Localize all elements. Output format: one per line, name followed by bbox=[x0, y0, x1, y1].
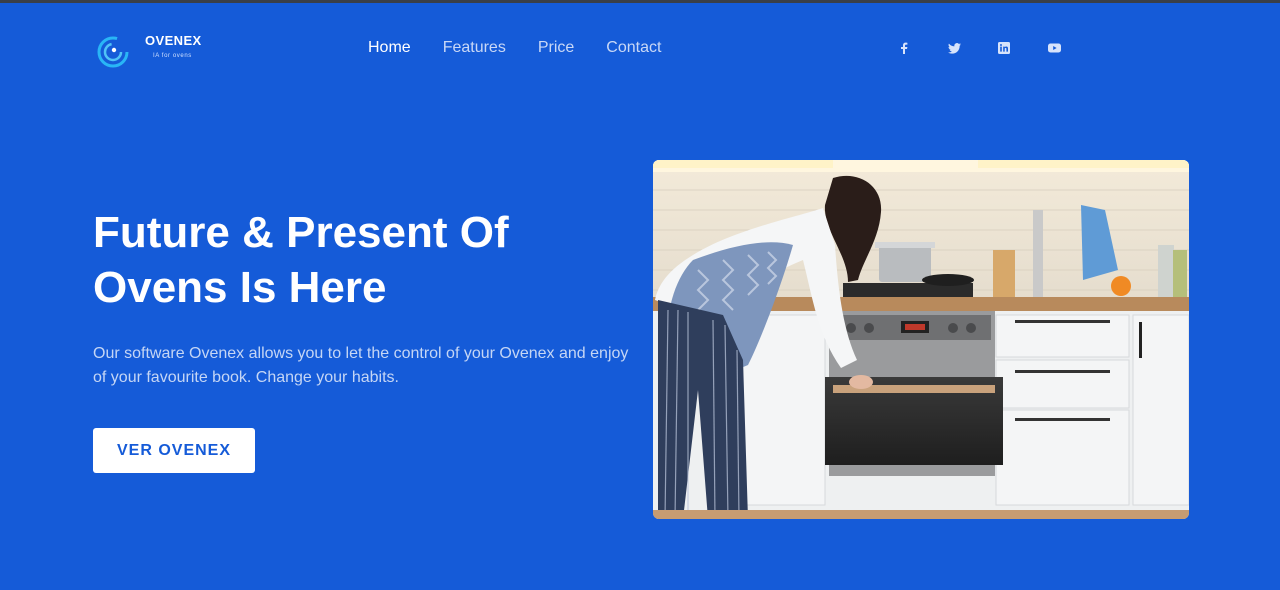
linkedin-icon[interactable] bbox=[997, 41, 1011, 55]
nav-features[interactable]: Features bbox=[443, 39, 506, 57]
youtube-icon[interactable] bbox=[1047, 41, 1061, 55]
brand-logo[interactable]: OVENEX IA for ovens bbox=[95, 31, 215, 71]
twitter-icon[interactable] bbox=[947, 41, 961, 55]
ovenex-logo-icon bbox=[97, 36, 129, 68]
hero-title-line1: Future & Present Of bbox=[93, 208, 509, 257]
hero-image bbox=[653, 160, 1189, 519]
facebook-icon[interactable] bbox=[897, 41, 911, 55]
brand-tagline: IA for ovens bbox=[153, 53, 192, 59]
nav-home[interactable]: Home bbox=[368, 39, 411, 57]
ver-ovenex-button[interactable]: VER OVENEX bbox=[93, 428, 255, 473]
hero-description: Our software Ovenex allows you to let th… bbox=[93, 345, 629, 386]
main-nav: Home Features Price Contact bbox=[368, 39, 693, 57]
kitchen-illustration bbox=[653, 160, 1189, 519]
brand-name: OVENEX bbox=[145, 33, 202, 48]
window-top-border bbox=[0, 0, 1280, 3]
nav-contact[interactable]: Contact bbox=[606, 39, 661, 57]
hero-title-line2: Ovens Is Here bbox=[93, 263, 387, 312]
nav-price[interactable]: Price bbox=[538, 39, 574, 57]
hero-title: Future & Present Of Ovens Is Here bbox=[93, 205, 613, 315]
social-links bbox=[897, 41, 1097, 55]
